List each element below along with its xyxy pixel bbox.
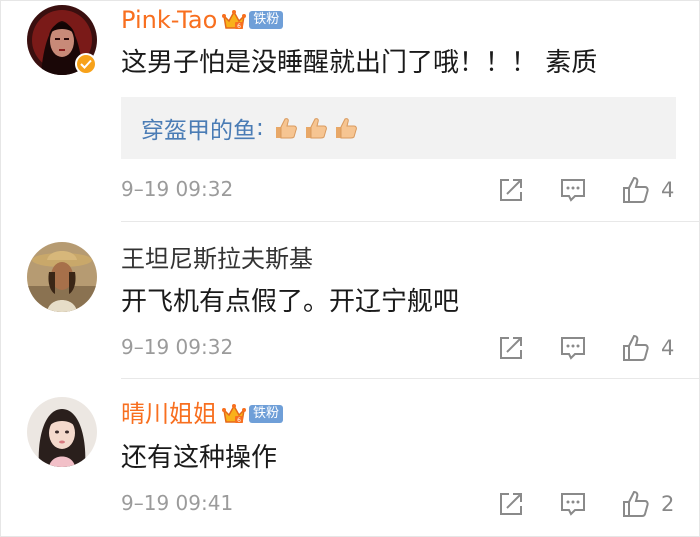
reply-preview[interactable]: 穿盔甲的鱼 : (121, 97, 676, 159)
reply-button[interactable] (559, 331, 587, 365)
share-button[interactable] (497, 331, 525, 365)
avatar[interactable] (27, 242, 97, 312)
share-button[interactable] (497, 173, 525, 207)
comment-text: 这男子怕是没睡醒就出门了哦！！！ 素质 (121, 48, 598, 78)
verified-badge-icon (75, 53, 97, 75)
username[interactable]: 晴川姐姐 (121, 399, 217, 429)
fan-badge: 铁粉 (249, 405, 284, 423)
svg-text:6: 6 (237, 417, 241, 424)
like-button[interactable]: 4 (621, 173, 674, 207)
comment-header: 王坦尼斯拉夫斯基 (121, 244, 313, 274)
comment-meta: 9–19 09:32 4 (121, 331, 681, 365)
comment-header: Pink-Tao 6 铁粉 (121, 5, 284, 35)
comment-list: Pink-Tao 6 铁粉 这男子怕是没睡醒就出门了哦！！！ 素质 穿盔甲的鱼 … (0, 0, 700, 537)
like-count: 4 (661, 336, 675, 360)
comment-item: 王坦尼斯拉夫斯基 开飞机有点假了。开辽宁舰吧 9–19 09:32 4 (1, 222, 700, 378)
comment-meta: 9–19 09:32 4 (121, 173, 681, 207)
comment-text: 开飞机有点假了。开辽宁舰吧 (121, 287, 460, 317)
svg-text:6: 6 (237, 23, 241, 30)
comment-icon (559, 334, 587, 362)
thumbs-up-emoji-icon (332, 114, 360, 142)
username[interactable]: Pink-Tao (121, 5, 217, 35)
reply-button[interactable] (559, 173, 587, 207)
like-button[interactable]: 2 (621, 487, 674, 521)
avatar[interactable] (27, 397, 97, 467)
fan-badge: 铁粉 (249, 11, 284, 29)
timestamp: 9–19 09:41 (121, 491, 234, 515)
crown-icon: 6 (221, 401, 247, 427)
share-button[interactable] (497, 487, 525, 521)
thumbs-up-icon (621, 175, 651, 205)
timestamp: 9–19 09:32 (121, 335, 234, 359)
thumbs-up-icon (621, 489, 651, 519)
crown-icon: 6 (221, 7, 247, 33)
comment-item: Pink-Tao 6 铁粉 这男子怕是没睡醒就出门了哦！！！ 素质 穿盔甲的鱼 … (1, 1, 700, 221)
like-button[interactable]: 4 (621, 331, 674, 365)
comment-meta: 9–19 09:41 2 (121, 487, 681, 521)
thumbs-up-emoji-icon (302, 114, 330, 142)
share-icon (497, 176, 525, 204)
share-icon (497, 334, 525, 362)
timestamp: 9–19 09:32 (121, 177, 234, 201)
comment-header: 晴川姐姐 6 铁粉 (121, 399, 284, 429)
reply-button[interactable] (559, 487, 587, 521)
share-icon (497, 490, 525, 518)
username[interactable]: 王坦尼斯拉夫斯基 (121, 244, 313, 274)
like-count: 2 (661, 492, 675, 516)
thumbs-up-icon (621, 333, 651, 363)
comment-icon (559, 490, 587, 518)
comment-item: 晴川姐姐 6 铁粉 还有这种操作 9–19 09:41 2 (1, 379, 700, 537)
reply-username[interactable]: 穿盔甲的鱼 (141, 111, 256, 145)
thumbs-up-emoji-icon (272, 114, 300, 142)
comment-icon (559, 176, 587, 204)
reply-colon: : (256, 115, 264, 141)
comment-text: 还有这种操作 (121, 443, 278, 473)
like-count: 4 (661, 178, 675, 202)
